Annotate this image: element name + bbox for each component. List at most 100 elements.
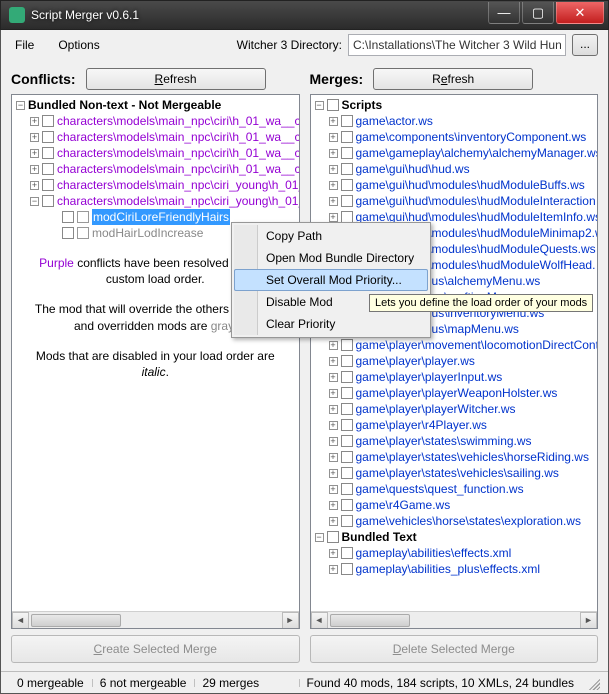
tree-item[interactable]: characters\models\main_npc\ciri\h_01_wa_… <box>14 161 299 177</box>
expand-icon[interactable] <box>329 501 338 510</box>
checkbox[interactable] <box>341 547 353 559</box>
scroll-thumb[interactable] <box>31 614 121 627</box>
expand-icon[interactable] <box>30 117 39 126</box>
ctx-open-dir[interactable]: Open Mod Bundle Directory <box>234 247 428 269</box>
tree-item[interactable]: game\vehicles\horse\states\exploration.w… <box>313 513 598 529</box>
maximize-button[interactable]: ▢ <box>522 2 554 24</box>
checkbox[interactable] <box>341 163 353 175</box>
tree-item[interactable]: game\components\inventoryComponent.ws <box>313 129 598 145</box>
expand-icon[interactable] <box>329 421 338 430</box>
tree-item[interactable]: game\gui\hud\hud.ws <box>313 161 598 177</box>
checkbox[interactable] <box>341 499 353 511</box>
conflicts-tree[interactable]: Bundled Non-text - Not Mergeable characte… <box>11 94 300 629</box>
tree-item[interactable]: game\player\playerInput.ws <box>313 369 598 385</box>
delete-merge-button[interactable]: Delete Selected Merge <box>310 635 599 663</box>
resize-grip-icon[interactable] <box>586 676 600 690</box>
tree-item[interactable]: game\quests\quest_function.ws <box>313 481 598 497</box>
collapse-icon[interactable] <box>30 197 39 206</box>
checkbox[interactable] <box>341 435 353 447</box>
expand-icon[interactable] <box>30 149 39 158</box>
checkbox[interactable] <box>341 339 353 351</box>
merges-tree[interactable]: Scriptsgame\actor.wsgame\components\inve… <box>310 94 599 629</box>
expand-icon[interactable] <box>329 565 338 574</box>
expand-icon[interactable] <box>329 181 338 190</box>
scroll-thumb[interactable] <box>330 614 410 627</box>
checkbox[interactable] <box>341 131 353 143</box>
scroll-left-icon[interactable]: ◄ <box>311 612 328 629</box>
tree-item[interactable]: game\player\player.ws <box>313 353 598 369</box>
expand-icon[interactable] <box>329 549 338 558</box>
expand-icon[interactable] <box>329 437 338 446</box>
expand-icon[interactable] <box>329 133 338 142</box>
checkbox[interactable] <box>42 163 54 175</box>
close-button[interactable]: ✕ <box>556 2 604 24</box>
ctx-clear-priority[interactable]: Clear Priority <box>234 313 428 335</box>
tree-item[interactable]: gameplay\abilities_plus\effects.xml <box>313 561 598 577</box>
tree-item[interactable]: game\player\states\swimming.ws <box>313 433 598 449</box>
expand-icon[interactable] <box>329 517 338 526</box>
merges-refresh-button[interactable]: Refresh <box>373 68 533 90</box>
browse-button[interactable]: ... <box>572 34 598 56</box>
tree-item[interactable]: game\gui\hud\modules\hudModuleInteractio… <box>313 193 598 209</box>
checkbox[interactable] <box>327 99 339 111</box>
conflicts-refresh-button[interactable]: Refresh <box>86 68 266 90</box>
checkbox[interactable] <box>341 195 353 207</box>
expand-icon[interactable] <box>30 165 39 174</box>
expand-icon[interactable] <box>329 213 338 222</box>
checkbox[interactable] <box>341 371 353 383</box>
tree-item[interactable]: game\player\movement\locomotionDirectCon… <box>313 337 598 353</box>
checkbox[interactable] <box>341 451 353 463</box>
tree-item[interactable]: game\r4Game.ws <box>313 497 598 513</box>
hscrollbar[interactable]: ◄ ► <box>12 611 299 628</box>
collapse-icon[interactable] <box>315 101 324 110</box>
expand-icon[interactable] <box>329 389 338 398</box>
tree-item[interactable]: game\gui\hud\modules\hudModuleBuffs.ws <box>313 177 598 193</box>
tree-item[interactable]: game\player\states\vehicles\sailing.ws <box>313 465 598 481</box>
checkbox[interactable] <box>341 355 353 367</box>
expand-icon[interactable] <box>329 165 338 174</box>
checkbox[interactable] <box>341 563 353 575</box>
checkbox[interactable] <box>341 515 353 527</box>
checkbox[interactable] <box>341 403 353 415</box>
menu-file[interactable]: File <box>11 36 38 54</box>
scroll-right-icon[interactable]: ► <box>580 612 597 629</box>
tree-item[interactable]: game\gameplay\alchemy\alchemyManager.ws <box>313 145 598 161</box>
tree-item[interactable]: characters\models\main_npc\ciri\h_01_wa_… <box>14 145 299 161</box>
expand-icon[interactable] <box>329 453 338 462</box>
checkbox[interactable] <box>62 227 74 239</box>
menu-options[interactable]: Options <box>54 36 103 54</box>
tree-item[interactable]: game\player\r4Player.ws <box>313 417 598 433</box>
minimize-button[interactable]: ― <box>488 2 520 24</box>
checkbox[interactable] <box>341 467 353 479</box>
checkbox[interactable] <box>341 115 353 127</box>
checkbox[interactable] <box>341 147 353 159</box>
checkbox[interactable] <box>42 115 54 127</box>
checkbox[interactable] <box>42 195 54 207</box>
ctx-set-priority[interactable]: Set Overall Mod Priority... <box>234 269 428 291</box>
tree-item[interactable]: game\player\playerWitcher.ws <box>313 401 598 417</box>
tree-item[interactable]: characters\models\main_npc\ciri_young\h_… <box>14 193 299 209</box>
directory-input[interactable] <box>348 34 566 56</box>
checkbox[interactable] <box>341 483 353 495</box>
checkbox[interactable] <box>62 211 74 223</box>
expand-icon[interactable] <box>329 405 338 414</box>
checkbox[interactable] <box>327 531 339 543</box>
checkbox[interactable] <box>42 179 54 191</box>
expand-icon[interactable] <box>329 117 338 126</box>
tree-item[interactable]: characters\models\main_npc\ciri_young\h_… <box>14 177 299 193</box>
tree-item[interactable]: characters\models\main_npc\ciri\h_01_wa_… <box>14 129 299 145</box>
scroll-left-icon[interactable]: ◄ <box>12 612 29 629</box>
expand-icon[interactable] <box>329 341 338 350</box>
expand-icon[interactable] <box>329 149 338 158</box>
expand-icon[interactable] <box>329 469 338 478</box>
hscrollbar[interactable]: ◄ ► <box>311 611 598 628</box>
create-merge-button[interactable]: Create Selected Merge <box>11 635 300 663</box>
collapse-icon[interactable] <box>315 533 324 542</box>
tree-item[interactable]: game\player\states\vehicles\horseRiding.… <box>313 449 598 465</box>
tree-item[interactable]: game\player\playerWeaponHolster.ws <box>313 385 598 401</box>
checkbox[interactable] <box>42 131 54 143</box>
scroll-right-icon[interactable]: ► <box>282 612 299 629</box>
titlebar[interactable]: Script Merger v0.6.1 ― ▢ ✕ <box>0 0 609 30</box>
tree-root[interactable]: Bundled Non-text - Not Mergeable <box>14 97 299 113</box>
tree-item[interactable]: gameplay\abilities\effects.xml <box>313 545 598 561</box>
